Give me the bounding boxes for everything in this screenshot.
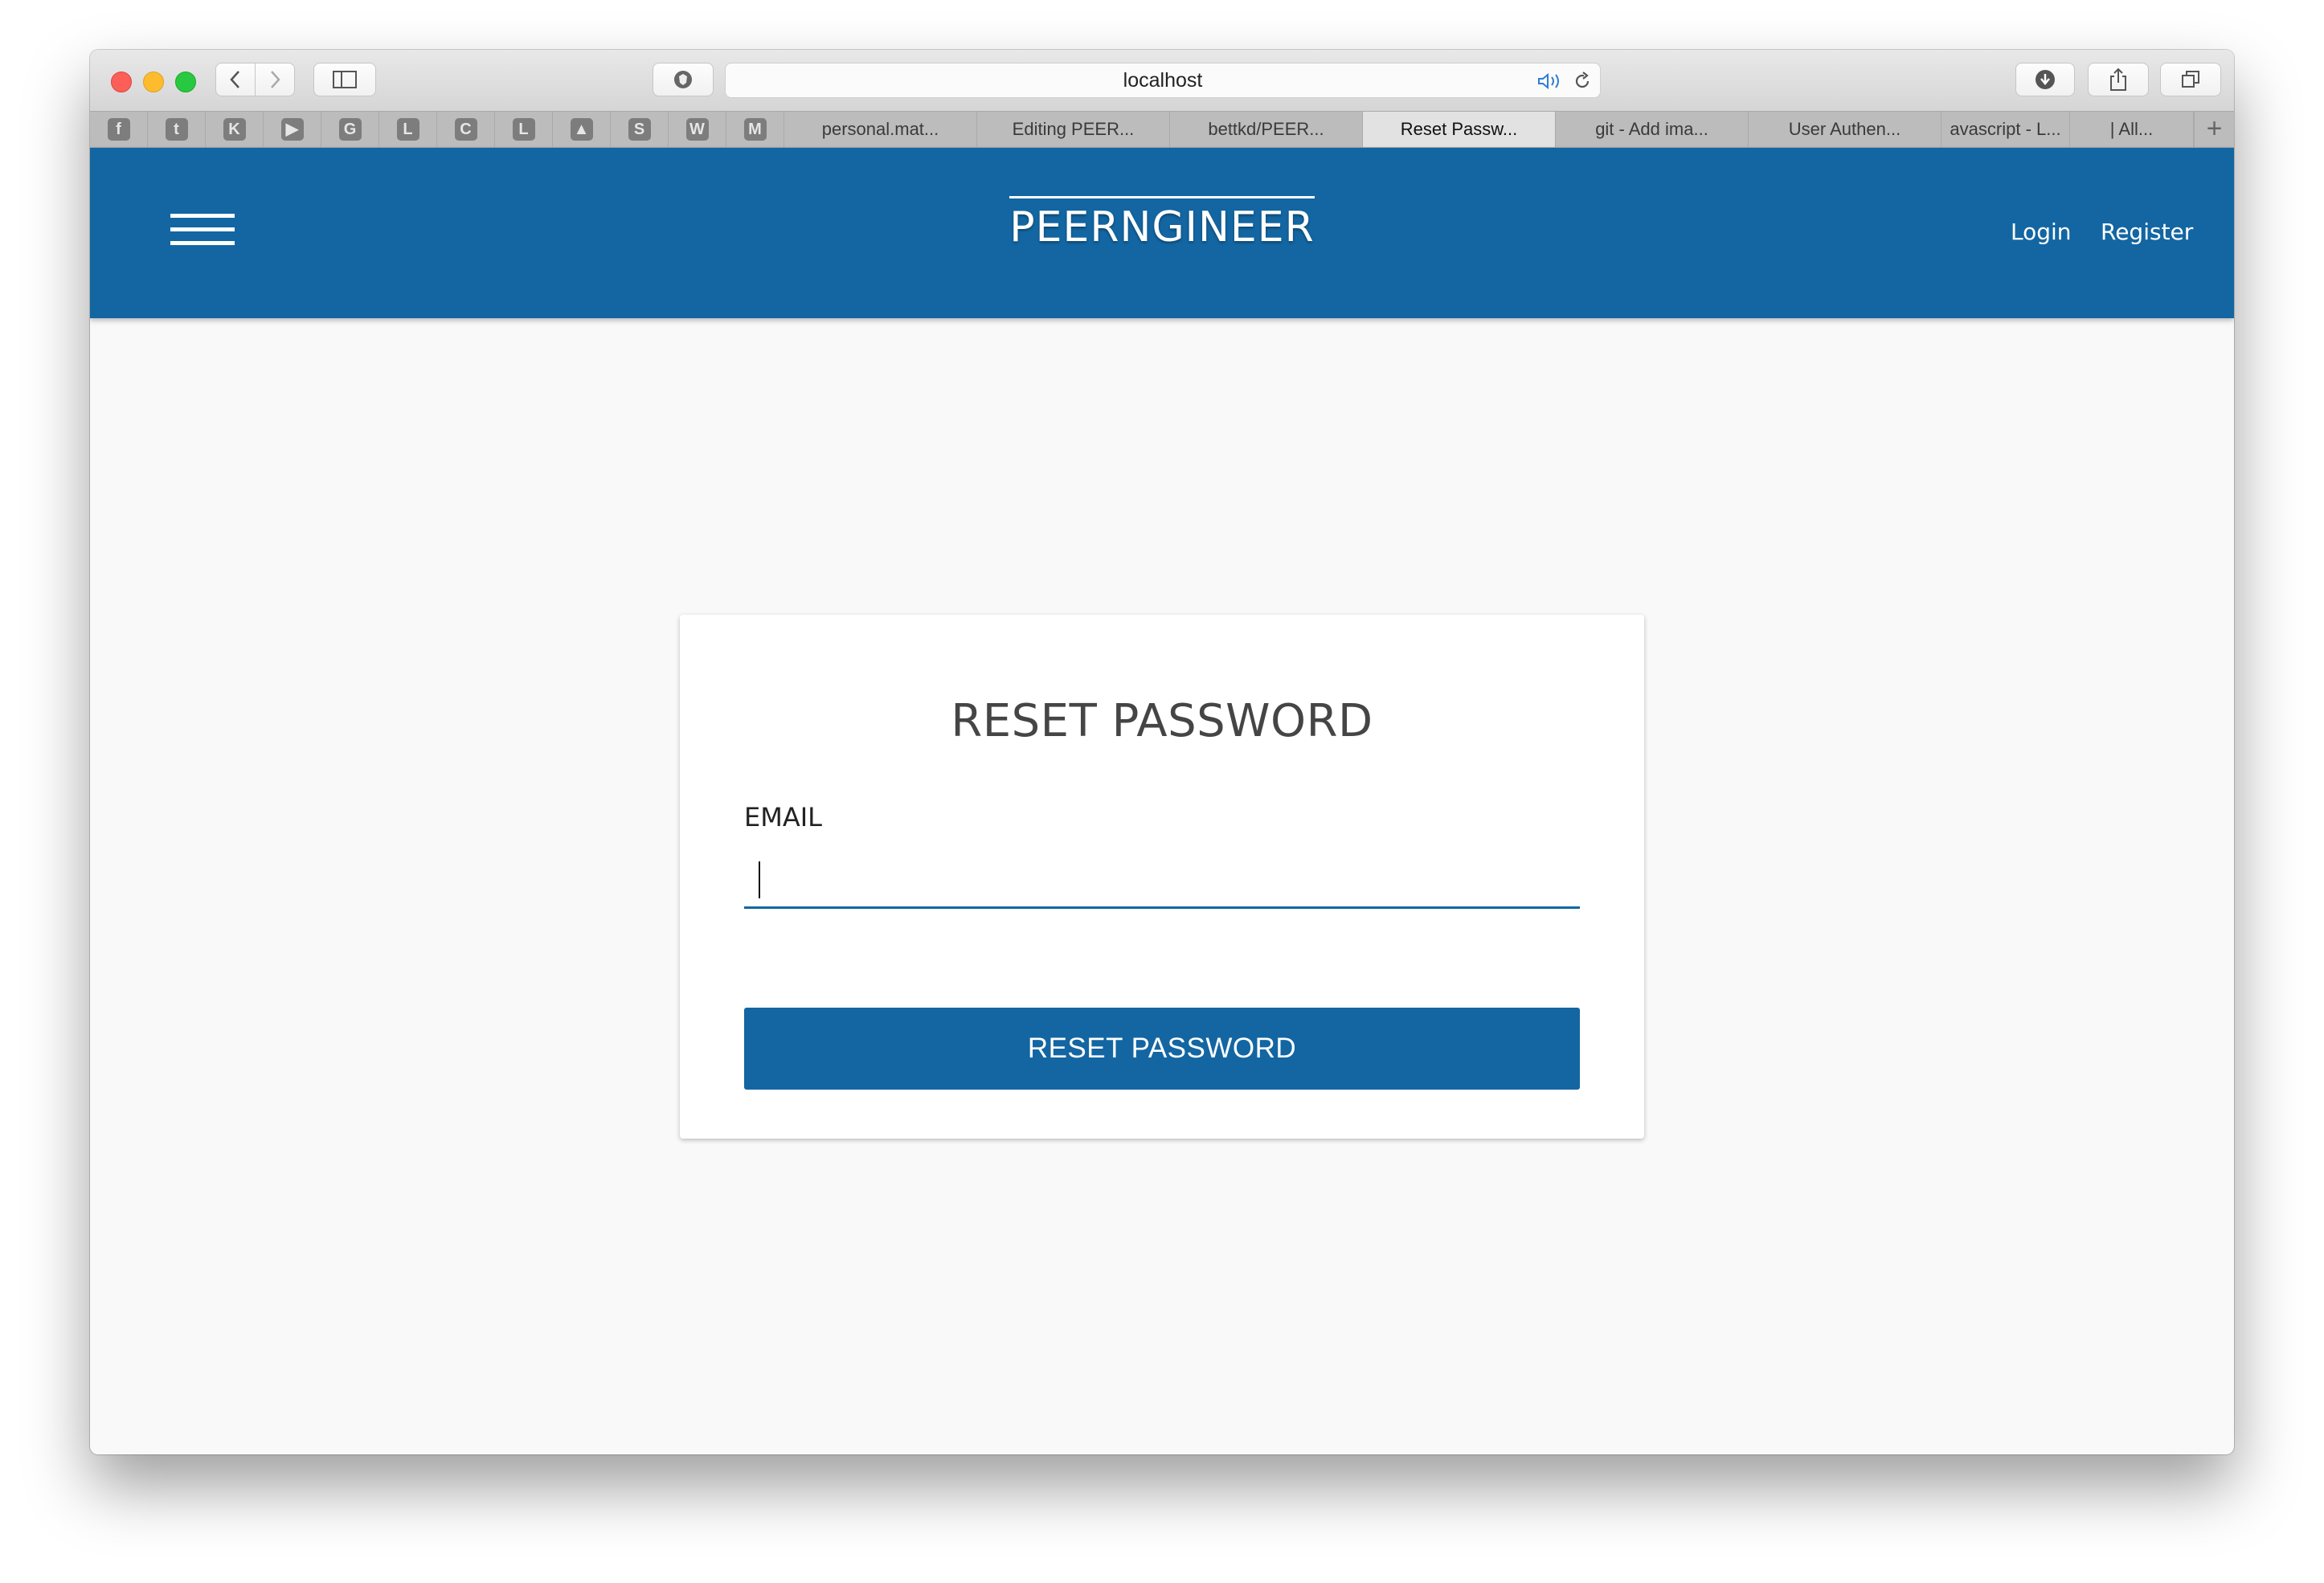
chevron-right-icon — [271, 71, 280, 88]
g-icon: G — [338, 118, 362, 141]
shield-icon — [674, 71, 692, 88]
chevron-left-icon — [230, 71, 239, 88]
browser-tab[interactable]: User Authen... — [1749, 112, 1941, 147]
twitter-icon: t — [165, 118, 188, 141]
browser-tab[interactable]: bettkd/PEER... — [1170, 112, 1363, 147]
pinned-tab[interactable]: ▲ — [553, 112, 611, 147]
share-button[interactable] — [2088, 63, 2149, 96]
browser-tab-active[interactable]: Reset Passw... — [1363, 112, 1556, 147]
s-icon: S — [628, 118, 651, 141]
brand-container: PEERNGINEER — [90, 196, 2234, 252]
l-icon: L — [396, 118, 419, 141]
c-icon: C — [454, 118, 477, 141]
back-button[interactable] — [215, 63, 256, 96]
drive-icon: ▲ — [570, 118, 593, 141]
close-window-button[interactable] — [111, 72, 132, 92]
pinned-tab[interactable]: W — [669, 112, 726, 147]
browser-toolbar: localhost — [90, 50, 2234, 111]
pinned-tab[interactable]: f — [90, 112, 148, 147]
privacy-button[interactable] — [653, 63, 714, 96]
browser-tab[interactable]: avascript - L... — [1941, 112, 2070, 147]
pinned-tab[interactable]: L — [379, 112, 437, 147]
pinned-tab[interactable]: S — [611, 112, 669, 147]
register-link[interactable]: Register — [2101, 219, 2193, 245]
reset-password-button[interactable]: RESET PASSWORD — [744, 1008, 1580, 1090]
youtube-icon: ▶ — [280, 118, 304, 141]
reset-password-card: RESET PASSWORD EMAIL RESET PASSWORD — [680, 615, 1644, 1139]
l-icon: L — [512, 118, 535, 141]
facebook-icon: f — [107, 118, 130, 141]
k-icon: K — [223, 118, 246, 141]
browser-tab[interactable]: Editing PEER... — [977, 112, 1170, 147]
url-text: localhost — [1123, 69, 1203, 92]
tabs-overview-icon — [2182, 71, 2199, 88]
browser-tab[interactable]: git - Add ima... — [1556, 112, 1749, 147]
text-cursor — [759, 861, 760, 898]
maximize-window-button[interactable] — [175, 72, 196, 92]
app-navbar: PEERNGINEER Login Register — [90, 148, 2234, 318]
address-bar[interactable]: localhost — [725, 63, 1601, 98]
sidebar-icon — [333, 71, 357, 88]
pinned-tab[interactable]: K — [206, 112, 264, 147]
page-title: RESET PASSWORD — [951, 695, 1373, 747]
w-icon: W — [685, 118, 709, 141]
m-icon: M — [743, 118, 767, 141]
pinned-tab[interactable]: ▶ — [264, 112, 321, 147]
new-tab-button[interactable]: + — [2194, 112, 2234, 147]
show-tabs-button[interactable] — [2160, 63, 2221, 96]
reload-icon[interactable] — [1573, 72, 1592, 91]
pinned-tab[interactable]: t — [148, 112, 206, 147]
brand-logo[interactable]: PEERNGINEER — [1009, 196, 1315, 252]
minimize-window-button[interactable] — [143, 72, 164, 92]
pinned-tab[interactable]: G — [321, 112, 379, 147]
browser-window: localhost f t K ▶ G L C L ▲ S W M person… — [90, 50, 2234, 1454]
tab-strip: f t K ▶ G L C L ▲ S W M personal.mat... … — [90, 111, 2234, 148]
downloads-button[interactable] — [2015, 63, 2075, 96]
forward-button[interactable] — [255, 63, 295, 96]
download-icon — [2036, 70, 2055, 89]
sidebar-toggle-button[interactable] — [313, 63, 376, 96]
pinned-tab[interactable]: L — [495, 112, 553, 147]
audio-icon[interactable] — [1537, 72, 1565, 90]
email-label: EMAIL — [744, 802, 822, 832]
pinned-tab[interactable]: C — [437, 112, 495, 147]
email-field[interactable] — [744, 848, 1580, 909]
login-link[interactable]: Login — [2011, 219, 2072, 245]
share-icon — [2110, 67, 2126, 91]
browser-tab[interactable]: personal.mat... — [784, 112, 977, 147]
browser-tab[interactable]: | All... — [2070, 112, 2194, 147]
pinned-tab[interactable]: M — [726, 112, 784, 147]
